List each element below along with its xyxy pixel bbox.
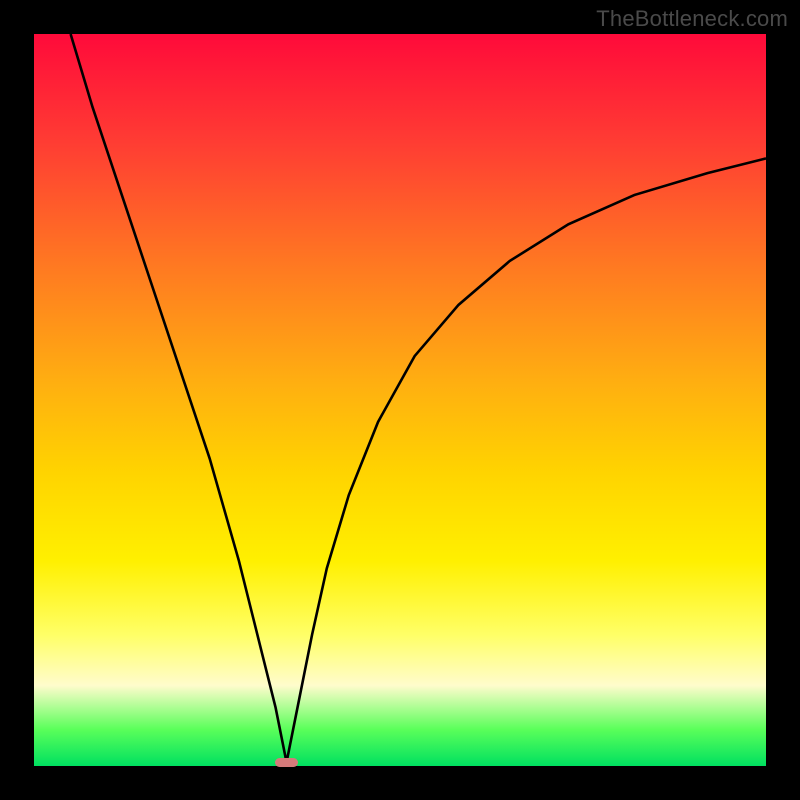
bottleneck-curve <box>71 34 766 762</box>
chart-frame: TheBottleneck.com <box>0 0 800 800</box>
watermark-text: TheBottleneck.com <box>596 6 788 32</box>
chart-curve-svg <box>34 34 766 766</box>
chart-plot-area <box>34 34 766 766</box>
minimum-marker <box>275 758 298 767</box>
